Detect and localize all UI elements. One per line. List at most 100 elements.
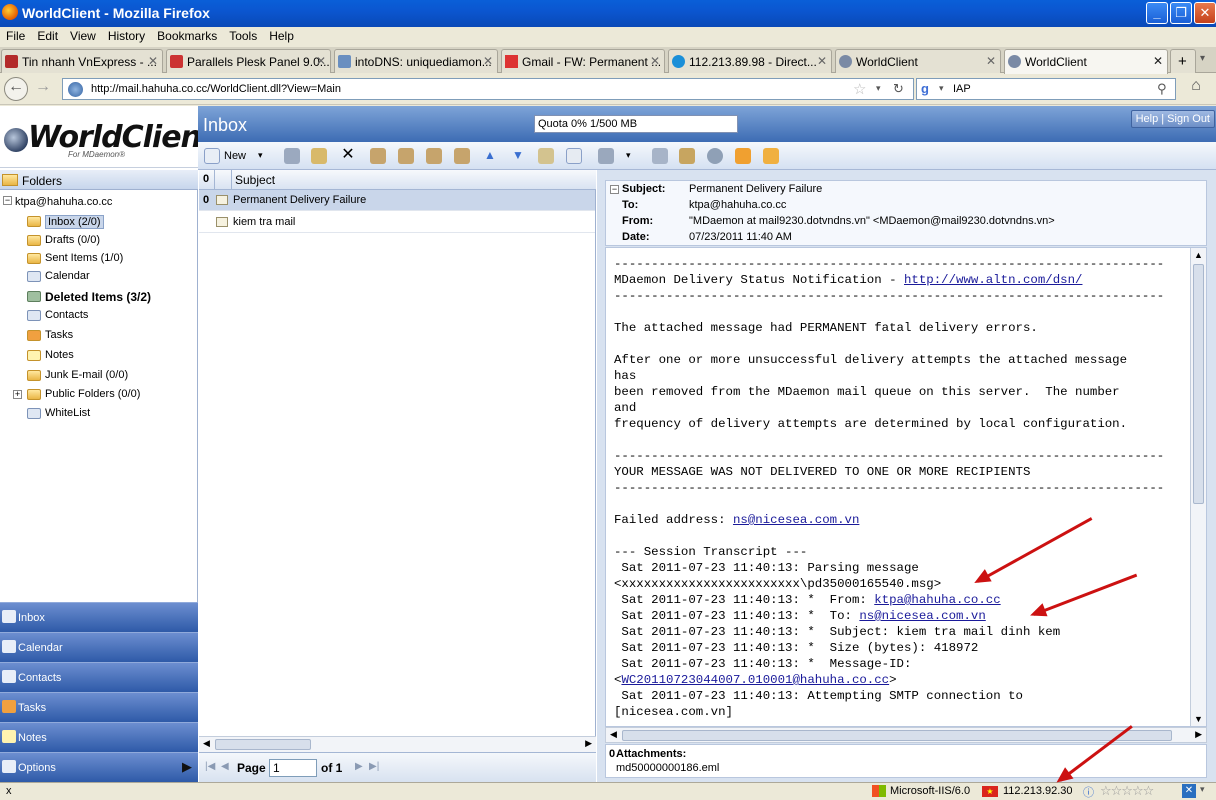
scroll-left-icon[interactable]: ◀ <box>203 738 210 749</box>
nav-tasks[interactable]: Tasks <box>0 692 198 722</box>
back-icon[interactable]: ← <box>4 77 28 101</box>
forward-attach-icon[interactable] <box>454 148 470 164</box>
account-name[interactable]: ktpa@hahuha.co.cc <box>15 196 112 208</box>
minimize-button[interactable]: _ <box>1146 2 1168 24</box>
page-number-input[interactable] <box>269 759 317 777</box>
folder-inbox[interactable]: Inbox (2/0) <box>45 215 104 229</box>
tab-vnexpress[interactable]: Tin nhanh VnExpress - ... ✕ <box>1 49 163 73</box>
attachment-file-link[interactable]: md50000000186.eml <box>616 762 719 774</box>
tab-close-icon[interactable]: ✕ <box>148 54 158 68</box>
tab-worldclient-1[interactable]: WorldClient ✕ <box>835 49 1001 73</box>
folder-calendar[interactable]: Calendar <box>45 270 90 282</box>
new-tab-button[interactable]: + <box>1170 49 1196 73</box>
scroll-up-icon[interactable]: ▲ <box>1194 250 1203 260</box>
nav-notes[interactable]: Notes <box>0 722 198 752</box>
folder-notes[interactable]: Notes <box>45 349 74 361</box>
scroll-right-icon[interactable]: ▶ <box>1195 729 1202 740</box>
failed-address-link[interactable]: ns@nicesea.com.vn <box>733 513 859 527</box>
help-signout-links[interactable]: Help | Sign Out <box>1130 110 1215 128</box>
menu-history[interactable]: History <box>102 27 151 45</box>
tab-gmail[interactable]: Gmail - FW: Permanent ... ✕ <box>501 49 665 73</box>
forward-icon[interactable]: → <box>31 78 55 100</box>
menu-tools[interactable]: Tools <box>223 27 263 45</box>
first-page-icon[interactable]: |◀ <box>205 761 215 772</box>
maximize-button[interactable]: ❐ <box>1170 2 1192 24</box>
table-row[interactable]: kiem tra mail <box>199 212 595 233</box>
folder-contacts[interactable]: Contacts <box>45 309 88 321</box>
sort-icon[interactable] <box>652 148 668 164</box>
tab-worldclient-2[interactable]: WorldClient ✕ <box>1004 49 1168 74</box>
collapse-icon[interactable]: − <box>3 196 12 205</box>
tab-close-icon[interactable]: ✕ <box>986 54 996 68</box>
new-button[interactable]: New <box>224 150 246 162</box>
body-vertical-scrollbar[interactable]: ▲ ▼ <box>1190 248 1206 726</box>
nav-contacts[interactable]: Contacts <box>0 662 198 692</box>
recycle-icon[interactable] <box>707 148 723 164</box>
folder-deleted[interactable]: Deleted Items (3/2) <box>45 290 151 304</box>
list-horizontal-scrollbar[interactable]: ◀ ▶ <box>199 736 596 752</box>
prev-page-icon[interactable]: ◀ <box>221 761 229 772</box>
addon-icon[interactable]: ✕ <box>1182 784 1196 798</box>
junk-icon[interactable] <box>763 148 779 164</box>
search-mail-icon[interactable] <box>679 148 695 164</box>
tab-list-chevron-icon[interactable]: ▾ <box>1200 53 1205 64</box>
scroll-thumb[interactable] <box>622 730 1172 741</box>
folder-junk[interactable]: Junk E-mail (0/0) <box>45 369 128 381</box>
url-dropdown-icon[interactable]: ▾ <box>876 83 881 94</box>
search-input[interactable]: IAP <box>953 83 971 95</box>
reload-icon[interactable]: ↻ <box>893 81 904 97</box>
print-icon[interactable] <box>284 148 300 164</box>
addon-dropdown-icon[interactable]: ▾ <box>1200 784 1205 795</box>
to-email-link[interactable]: ns@nicesea.com.vn <box>859 609 985 623</box>
scroll-down-icon[interactable]: ▼ <box>1194 714 1203 724</box>
tab-plesk[interactable]: Parallels Plesk Panel 9.0... ✕ <box>166 49 331 73</box>
nav-calendar[interactable]: Calendar <box>0 632 198 662</box>
delete-icon[interactable]: ✕ <box>340 147 356 164</box>
home-icon[interactable]: ⌂ <box>1184 77 1208 99</box>
menu-view[interactable]: View <box>64 27 102 45</box>
tab-close-icon[interactable]: ✕ <box>1153 54 1163 68</box>
menu-bookmarks[interactable]: Bookmarks <box>151 27 223 45</box>
tab-ip-direct[interactable]: 112.213.89.98 - Direct... ✕ <box>668 49 832 73</box>
reply-icon[interactable] <box>370 148 386 164</box>
folder-sent[interactable]: Sent Items (1/0) <box>45 252 123 264</box>
search-icon[interactable]: ⚲ <box>1157 81 1167 97</box>
info-icon[interactable]: ⓘ <box>1083 784 1094 800</box>
new-message-icon[interactable] <box>204 148 220 164</box>
forward-mail-icon[interactable] <box>426 148 442 164</box>
url-bar[interactable]: http://mail.hahuha.co.cc/WorldClient.dll… <box>62 78 914 100</box>
search-bar[interactable]: g ▾ IAP ⚲ <box>916 78 1176 100</box>
tab-close-icon[interactable]: ✕ <box>483 54 493 68</box>
reply-all-icon[interactable] <box>398 148 414 164</box>
view-source-icon[interactable] <box>566 148 582 164</box>
subject-column-header[interactable]: Subject <box>235 173 275 187</box>
folder-whitelist[interactable]: WhiteList <box>45 407 90 419</box>
folder-tasks[interactable]: Tasks <box>45 329 73 341</box>
scroll-right-icon[interactable]: ▶ <box>585 738 592 749</box>
tab-close-icon[interactable]: ✕ <box>817 54 827 68</box>
next-page-icon[interactable]: ▶ <box>355 761 363 772</box>
nav-options[interactable]: Options ▶ <box>0 752 198 782</box>
move-icon[interactable] <box>311 148 327 164</box>
message-id-link[interactable]: WC20110723044007.010001@hahuha.co.cc <box>621 673 889 687</box>
tab-close-icon[interactable]: ✕ <box>316 54 326 68</box>
expand-icon[interactable]: + <box>13 390 22 399</box>
close-button[interactable]: ✕ <box>1194 2 1216 24</box>
scroll-thumb[interactable] <box>215 739 311 750</box>
site-identity-icon[interactable] <box>68 82 83 97</box>
view-layout-icon[interactable] <box>598 148 614 164</box>
rating-stars-icon[interactable]: ☆☆☆☆☆ <box>1100 783 1154 799</box>
table-row[interactable]: 0 Permanent Delivery Failure <box>199 190 595 211</box>
view-dropdown-icon[interactable]: ▾ <box>626 150 631 161</box>
new-dropdown-icon[interactable]: ▾ <box>258 150 263 161</box>
folder-public[interactable]: Public Folders (0/0) <box>45 388 140 400</box>
google-icon[interactable]: g <box>921 81 929 96</box>
scroll-left-icon[interactable]: ◀ <box>610 729 617 740</box>
menu-file[interactable]: File <box>0 27 31 45</box>
attachment-column-icon[interactable]: 0 <box>203 173 209 185</box>
previous-message-icon[interactable]: ▲ <box>482 148 498 164</box>
search-engine-dropdown-icon[interactable]: ▾ <box>939 83 944 94</box>
last-page-icon[interactable]: ▶| <box>369 761 379 772</box>
mark-icon[interactable] <box>538 148 554 164</box>
menu-edit[interactable]: Edit <box>31 27 64 45</box>
